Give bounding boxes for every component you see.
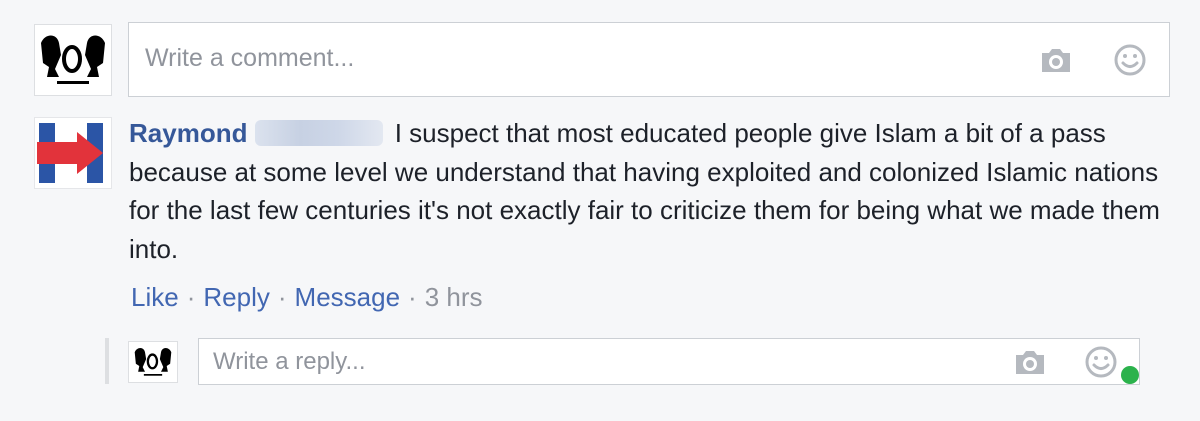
reply-link[interactable]: Reply: [203, 282, 269, 312]
online-status-dot: [1121, 366, 1139, 384]
redacted-surname: [255, 120, 384, 146]
comment-body: Raymond I suspect that most educated peo…: [129, 114, 1169, 268]
reply-thread-line: [105, 338, 109, 384]
comment-input[interactable]: Write a comment...: [128, 22, 1170, 97]
comment-input-placeholder: Write a comment...: [145, 44, 355, 72]
comment-actions: Like · Reply · Message · 3 hrs: [131, 279, 483, 315]
like-link[interactable]: Like: [131, 282, 179, 312]
emoji-icon[interactable]: [1113, 43, 1147, 77]
reply-input-placeholder: Write a reply...: [213, 348, 366, 375]
separator-dot: ·: [408, 282, 417, 312]
camera-icon[interactable]: [1013, 348, 1047, 376]
camera-icon[interactable]: [1039, 46, 1073, 74]
reply-user-avatar[interactable]: [128, 341, 178, 383]
separator-dot: ·: [277, 282, 287, 312]
h-logo: [37, 123, 103, 183]
message-link[interactable]: Message: [295, 282, 401, 312]
user-avatar[interactable]: [34, 24, 112, 96]
lions-crest-logo: [41, 35, 105, 84]
comment-timestamp[interactable]: 3 hrs: [425, 282, 483, 312]
comment-author[interactable]: Raymond: [129, 118, 247, 148]
comment: Raymond I suspect that most educated peo…: [129, 114, 1169, 268]
emoji-icon[interactable]: [1084, 345, 1118, 379]
commenter-avatar[interactable]: [34, 117, 112, 189]
lions-crest-logo: [134, 348, 172, 376]
reply-input[interactable]: Write a reply...: [198, 338, 1140, 385]
separator-dot: ·: [186, 282, 196, 312]
